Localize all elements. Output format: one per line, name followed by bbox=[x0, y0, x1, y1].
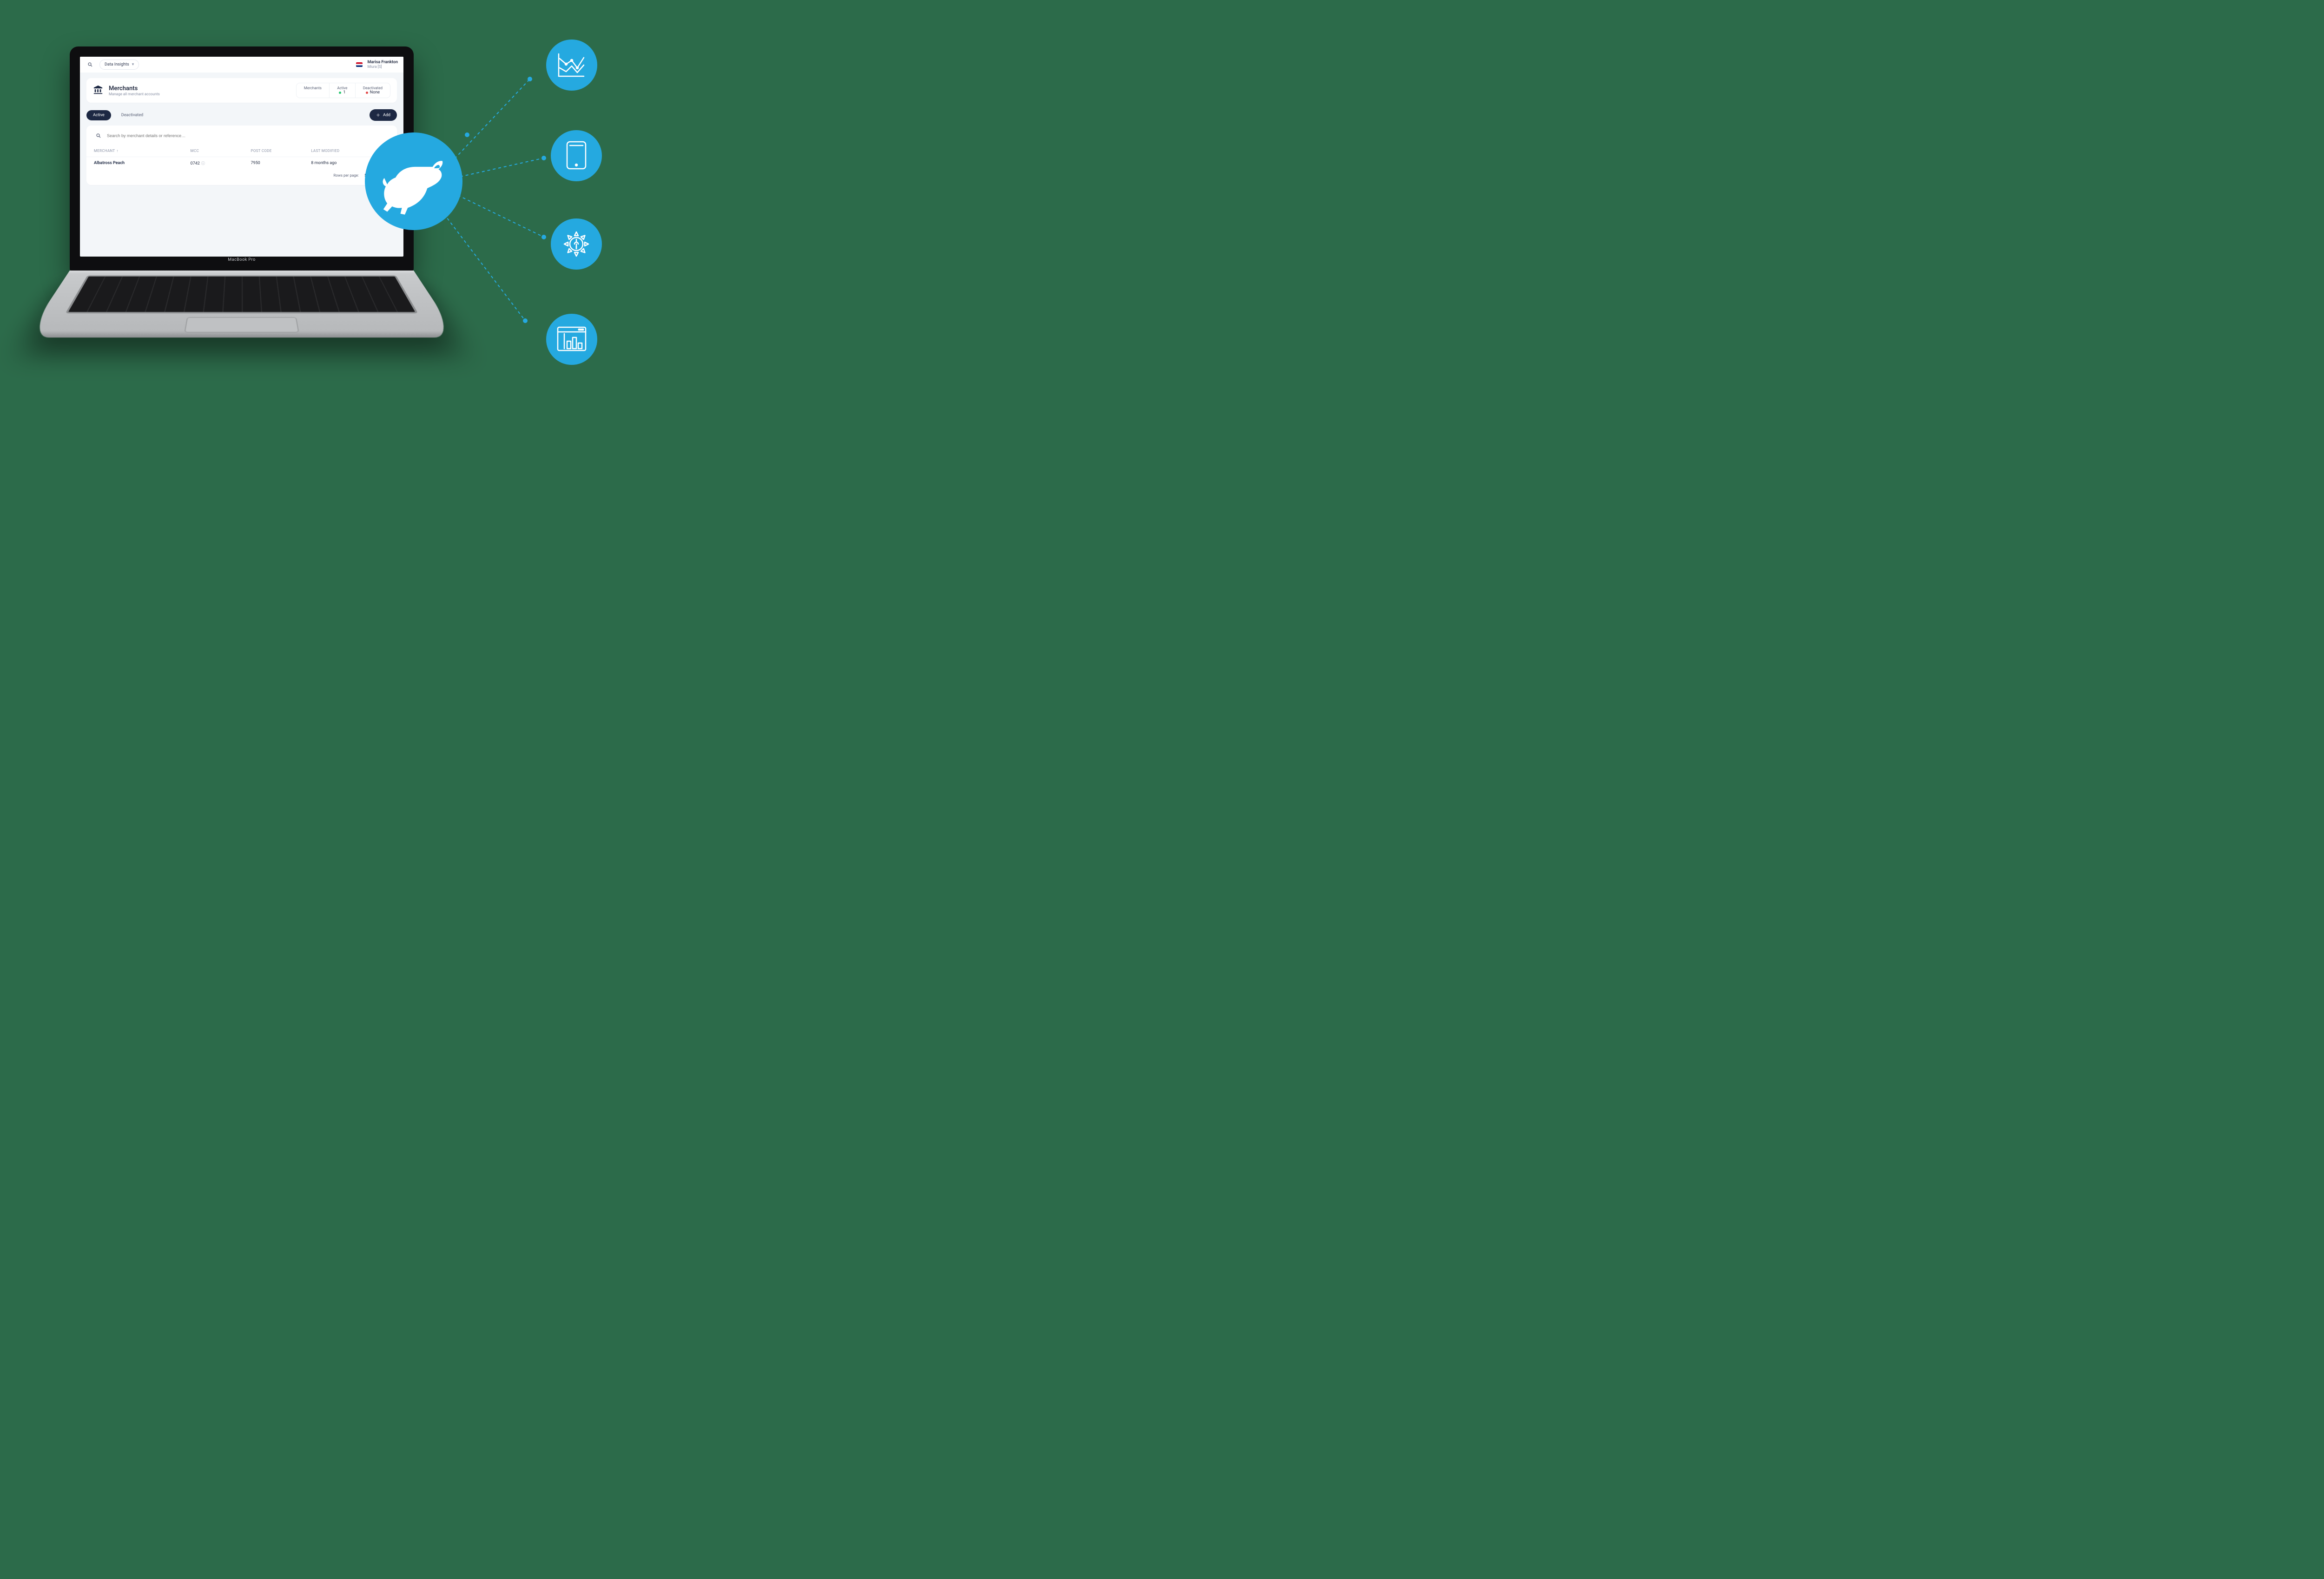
cell-mcc: 0742ⓘ bbox=[191, 161, 251, 166]
col-merchant[interactable]: MERCHANT↑ bbox=[94, 149, 191, 153]
summary-stats: Merchants Active 1 Deactivated None bbox=[296, 83, 390, 98]
search-icon bbox=[94, 131, 103, 140]
info-icon[interactable]: ⓘ bbox=[201, 161, 205, 165]
search-icon[interactable] bbox=[86, 60, 95, 69]
keyboard-deck bbox=[26, 271, 458, 337]
page-subtitle: Manage all merchant accounts bbox=[109, 92, 160, 96]
stat-active[interactable]: Active 1 bbox=[329, 83, 355, 98]
page-title: Merchants bbox=[109, 85, 160, 92]
status-dot-deactivated bbox=[366, 92, 368, 94]
tab-deactivated[interactable]: Deactivated bbox=[115, 110, 150, 120]
stat-merchants[interactable]: Merchants bbox=[297, 83, 329, 98]
gear-icon bbox=[551, 218, 602, 270]
pagination: Rows per page: 50 ▾ 1-1 of 1 bbox=[86, 170, 397, 183]
cell-modified: 8 months ago bbox=[311, 161, 390, 166]
rows-per-page-select[interactable]: 50 ▾ bbox=[364, 173, 371, 178]
app-viewport: Data Insights ▾ Marisa Frankton Miura [S… bbox=[80, 57, 403, 257]
merchant-list-card: MERCHANT↑ MCC POST CODE LAST MODIFIED Al… bbox=[86, 126, 397, 185]
dashboard-icon bbox=[546, 314, 597, 365]
sort-up-icon: ↑ bbox=[116, 149, 118, 153]
trackpad bbox=[184, 317, 299, 332]
laptop-brand: MacBook Pro bbox=[80, 257, 403, 265]
col-mcc[interactable]: MCC bbox=[191, 149, 251, 153]
user-org: Miura [S] bbox=[367, 65, 398, 69]
bank-icon bbox=[93, 85, 103, 96]
user-menu[interactable]: Marisa Frankton Miura [S] bbox=[367, 60, 398, 69]
add-label: Add bbox=[383, 113, 390, 118]
status-dot-active bbox=[339, 92, 341, 94]
merchant-table: MERCHANT↑ MCC POST CODE LAST MODIFIED Al… bbox=[86, 145, 397, 170]
connector-lines bbox=[442, 77, 546, 323]
add-merchant-button[interactable]: ＋ Add bbox=[370, 109, 397, 121]
tablet-icon bbox=[551, 130, 602, 181]
keyboard bbox=[66, 276, 418, 314]
topbar: Data Insights ▾ Marisa Frankton Miura [S… bbox=[80, 57, 403, 73]
stat-deactivated[interactable]: Deactivated None bbox=[355, 83, 390, 98]
chevron-down-icon: ▾ bbox=[132, 62, 134, 67]
table-row[interactable]: Albatross Peach 0742ⓘ 7950 8 months ago bbox=[86, 157, 397, 170]
dropdown-label: Data Insights bbox=[105, 62, 129, 67]
cell-merchant: Albatross Peach bbox=[94, 161, 191, 166]
screen-bezel: Data Insights ▾ Marisa Frankton Miura [S… bbox=[70, 46, 414, 271]
laptop-mockup: Data Insights ▾ Marisa Frankton Miura [S… bbox=[70, 46, 414, 363]
tab-active[interactable]: Active bbox=[86, 110, 111, 120]
search-row bbox=[86, 126, 397, 145]
tab-row: Active Deactivated ＋ Add bbox=[86, 109, 397, 121]
rows-per-page-label: Rows per page: bbox=[333, 173, 359, 178]
plus-icon: ＋ bbox=[376, 112, 380, 118]
page-range: 1-1 of 1 bbox=[377, 173, 390, 178]
flag-icon bbox=[356, 62, 363, 67]
search-input[interactable] bbox=[107, 133, 390, 138]
page-header-card: Merchants Manage all merchant accounts M… bbox=[86, 78, 397, 103]
cell-postcode: 7950 bbox=[251, 161, 311, 166]
analytics-icon bbox=[546, 40, 597, 91]
table-header: MERCHANT↑ MCC POST CODE LAST MODIFIED bbox=[86, 145, 397, 157]
col-postcode[interactable]: POST CODE bbox=[251, 149, 311, 153]
col-modified[interactable]: LAST MODIFIED bbox=[311, 149, 390, 153]
data-insights-dropdown[interactable]: Data Insights ▾ bbox=[99, 59, 139, 70]
